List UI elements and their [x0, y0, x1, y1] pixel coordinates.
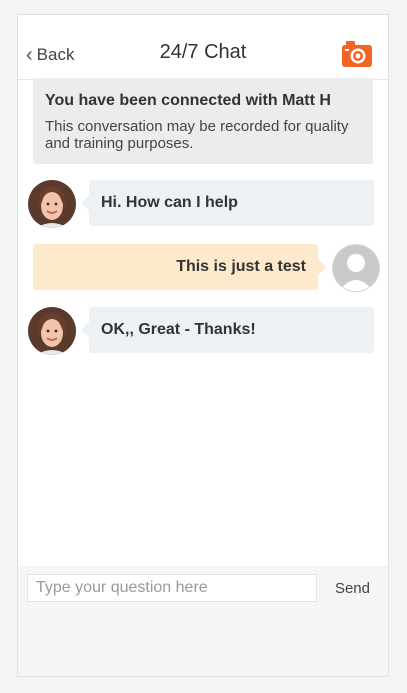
connection-notice: You have been connected with Matt H This…	[33, 78, 373, 164]
camera-icon[interactable]	[342, 41, 372, 67]
user-message: This is just a test	[33, 244, 326, 290]
agent-message: OK,, Great - Thanks!	[81, 307, 374, 353]
notice-body: This conversation may be recorded for qu…	[45, 118, 349, 152]
agent-avatar	[28, 307, 76, 355]
page-title: 24/7 Chat	[159, 41, 247, 63]
agent-message: Hi. How can I help	[81, 180, 374, 226]
agent-avatar	[28, 180, 76, 228]
send-button[interactable]: Send	[335, 580, 370, 597]
question-input[interactable]	[27, 574, 317, 602]
notice-title: You have been connected with Matt H	[45, 92, 331, 109]
composer: Send	[18, 566, 388, 676]
chat-header: ‹ Back 24/7 Chat	[18, 15, 388, 80]
user-avatar	[332, 244, 380, 292]
chat-window: ‹ Back 24/7 Chat You have been connected…	[17, 14, 389, 677]
